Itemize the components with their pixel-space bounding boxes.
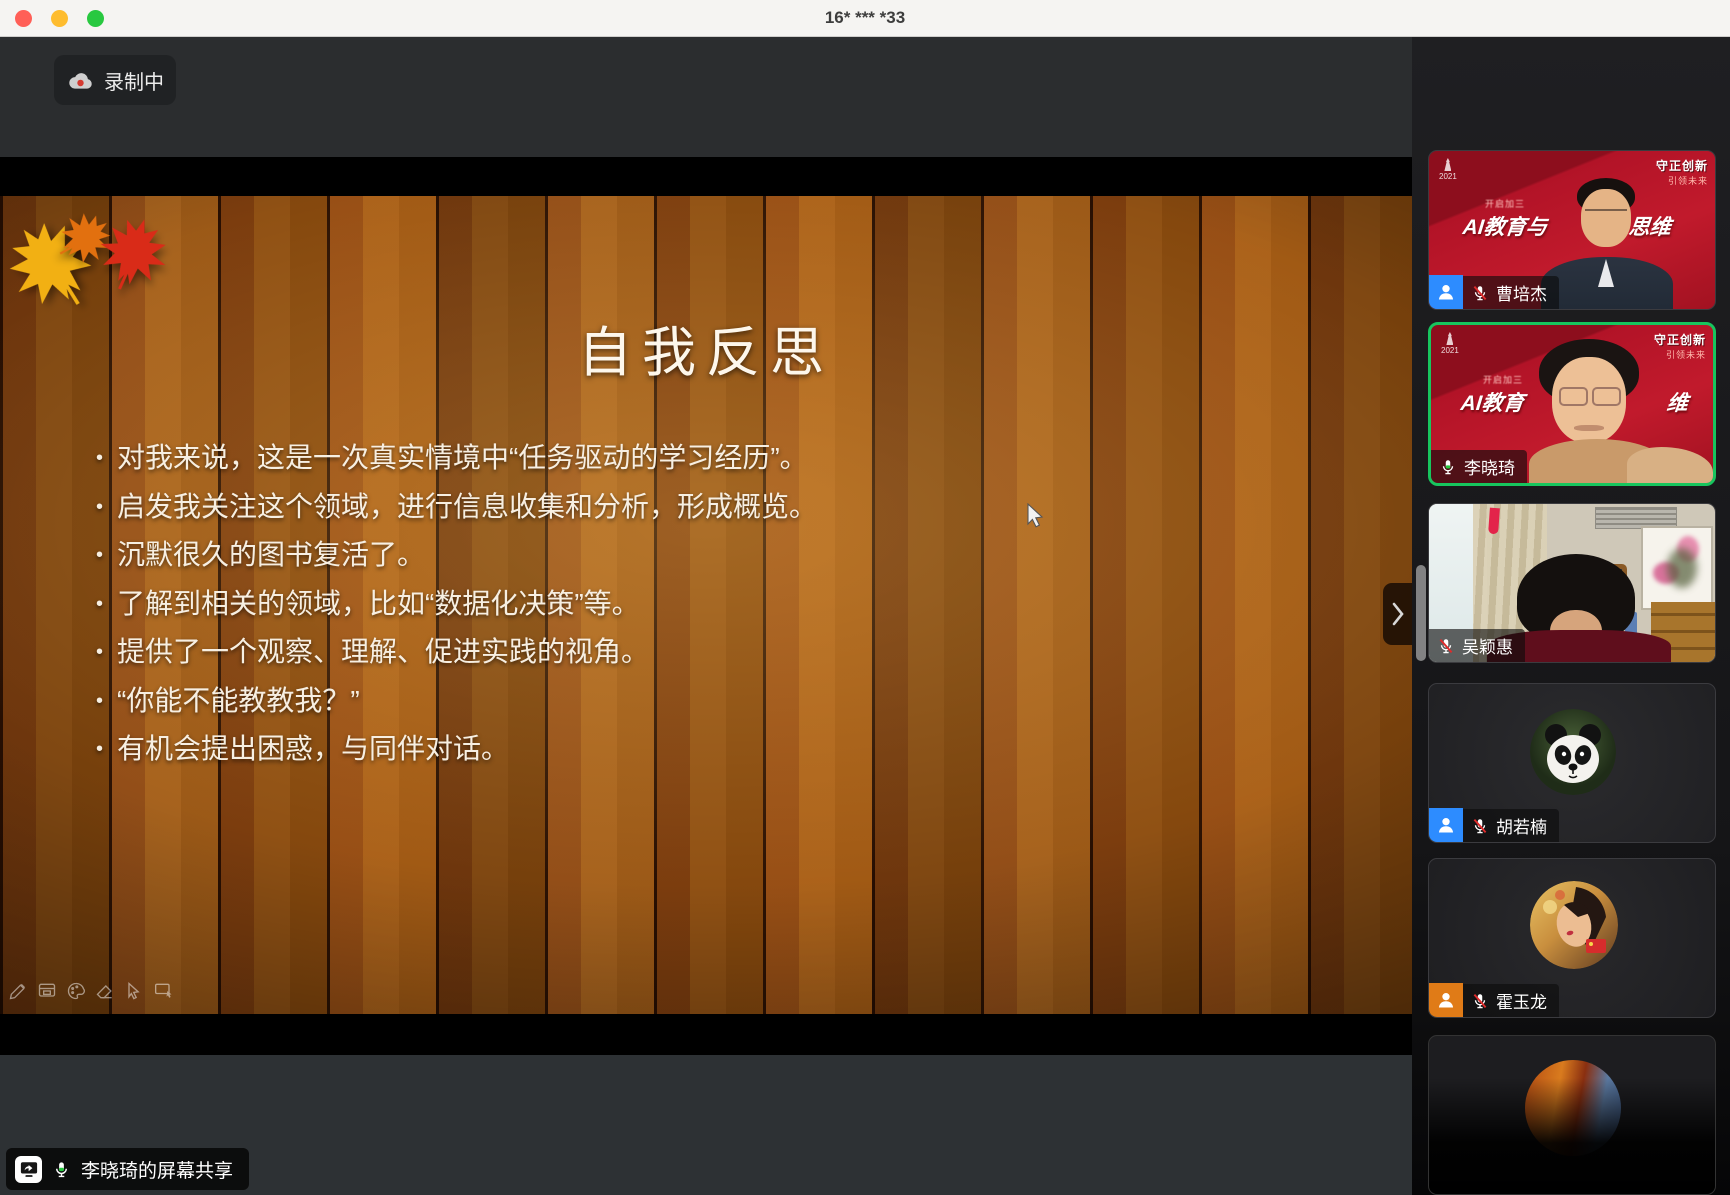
person-glasses: [1559, 387, 1588, 406]
portrait-avatar: [1530, 881, 1618, 969]
slide-bullet: 有机会提出困惑，与同伴对话。: [96, 725, 1296, 774]
recording-indicator[interactable]: 录制中: [54, 55, 176, 105]
slide-bullet: 启发我关注这个领域，进行信息收集和分析，形成概览。: [96, 483, 1296, 532]
curtain-tassel: [1488, 508, 1500, 535]
mic-on-icon: [52, 1159, 71, 1180]
palette-icon[interactable]: [66, 981, 86, 1001]
name-label: 霍玉龙: [1463, 984, 1559, 1017]
flower-painting: [1641, 526, 1713, 610]
participant-tile[interactable]: 胡若楠: [1428, 683, 1716, 843]
panda-avatar: [1530, 709, 1616, 795]
recording-label: 录制中: [104, 66, 164, 95]
name-label: 曹培杰: [1463, 276, 1559, 309]
screen-share-banner: 李晓琦的屏幕共享: [6, 1148, 249, 1190]
pointer-icon[interactable]: [124, 981, 144, 1001]
slide-bullet: 提供了一个观察、理解、促进实践的视角。: [96, 628, 1296, 677]
banner-title-left: AI教育与: [1461, 211, 1548, 241]
mic-muted-icon: [1471, 283, 1489, 303]
slide-bullet: “你能不能教教我？”: [96, 677, 1296, 726]
person-glasses: [1592, 387, 1621, 406]
host-badge: [1429, 275, 1463, 309]
eraser-icon[interactable]: [95, 981, 115, 1001]
banner-caption: 开启加三: [1483, 373, 1523, 386]
screen-draw-icon[interactable]: [153, 981, 175, 1001]
slide-bullet-list: 对我来说，这是一次真实情境中“任务驱动的学习经历”。 启发我关注这个领域，进行信…: [96, 434, 1296, 774]
mic-muted-icon: [1471, 991, 1489, 1011]
slide-bullet: 沉默很久的图书复活了。: [96, 531, 1296, 580]
mouse-cursor-icon: [1026, 503, 1045, 530]
participant-tile[interactable]: 2021 守正创新 引领未来 开启加三 AI教育与 思维 曹培杰: [1428, 150, 1716, 310]
banner-corner-text: 守正创新 引领未来: [1654, 331, 1706, 361]
banner-caption: 开启加三: [1485, 197, 1525, 210]
banner-title-right: 思维: [1627, 211, 1672, 241]
zoom-meeting-window: 16* *** *33 录制中 自我反思 对我来说，这是一次真实情境中“任务驱动…: [0, 0, 1730, 1195]
meeting-toolbar: 录制中: [0, 37, 1412, 157]
participant-name: 霍玉龙: [1496, 988, 1547, 1013]
shared-screen-stage: 自我反思 对我来说，这是一次真实情境中“任务驱动的学习经历”。 启发我关注这个领…: [0, 157, 1412, 1055]
mic-muted-icon: [1437, 636, 1455, 656]
mic-on-icon: [1439, 457, 1457, 477]
participant-name: 吴颖惠: [1462, 633, 1513, 658]
participant-tile[interactable]: 霍玉龙: [1428, 858, 1716, 1018]
participant-name: 李晓琦: [1464, 454, 1515, 479]
macos-titlebar: 16* *** *33: [0, 0, 1730, 37]
slide-bullet: 了解到相关的领域，比如“数据化决策”等。: [96, 580, 1296, 629]
name-label: 胡若楠: [1463, 809, 1559, 842]
banner-title-right: 维: [1665, 387, 1689, 417]
host-badge: [1429, 808, 1463, 842]
pencil-icon[interactable]: [8, 981, 28, 1001]
screen-share-icon: [15, 1156, 42, 1183]
participant-name: 曹培杰: [1496, 280, 1547, 305]
person-glasses: [1585, 209, 1627, 220]
bottom-bar: 李晓琦的屏幕共享: [0, 1055, 1412, 1195]
person-icon: [1436, 282, 1456, 302]
whiteboard-icon[interactable]: [37, 981, 57, 1001]
share-banner-label: 李晓琦的屏幕共享: [81, 1156, 233, 1183]
participant-tile[interactable]: 吴颖惠: [1428, 503, 1716, 663]
attendee-badge: [1429, 983, 1463, 1017]
name-label: 李晓琦: [1431, 450, 1527, 483]
mic-muted-icon: [1471, 816, 1489, 836]
annotation-toolbar: [8, 981, 175, 1001]
person-mouth: [1574, 425, 1604, 431]
slide-bullet: 对我来说，这是一次真实情境中“任务驱动的学习经历”。: [96, 434, 1296, 483]
slide: 自我反思 对我来说，这是一次真实情境中“任务驱动的学习经历”。 启发我关注这个领…: [0, 196, 1412, 1014]
fade-overlay: [1429, 1078, 1716, 1195]
cloud-recording-icon: [67, 71, 94, 90]
person-icon: [1436, 990, 1456, 1010]
participant-name: 胡若楠: [1496, 813, 1547, 838]
conference-logo: 2021: [1441, 332, 1459, 355]
sidebar-scrollbar[interactable]: [1416, 565, 1426, 661]
participant-tile-active-speaker[interactable]: 2021 守正创新 引领未来 开启加三 AI教育 维 李晓琦: [1428, 322, 1716, 486]
participant-tile-partial[interactable]: [1428, 1035, 1716, 1195]
person-icon: [1436, 815, 1456, 835]
participants-sidebar: 2021 守正创新 引领未来 开启加三 AI教育与 思维 曹培杰: [1412, 37, 1730, 1195]
chevron-right-icon: [1391, 601, 1405, 627]
name-label: 吴颖惠: [1429, 629, 1525, 662]
next-slide-tab[interactable]: [1383, 583, 1412, 645]
banner-title-left: AI教育: [1459, 387, 1525, 417]
conference-logo: 2021: [1439, 158, 1457, 181]
person-shoulder: [1627, 447, 1713, 486]
slide-title: 自我反思: [0, 308, 1412, 387]
window-title: 16* *** *33: [0, 8, 1730, 28]
banner-corner-text: 守正创新 引领未来: [1656, 157, 1708, 187]
